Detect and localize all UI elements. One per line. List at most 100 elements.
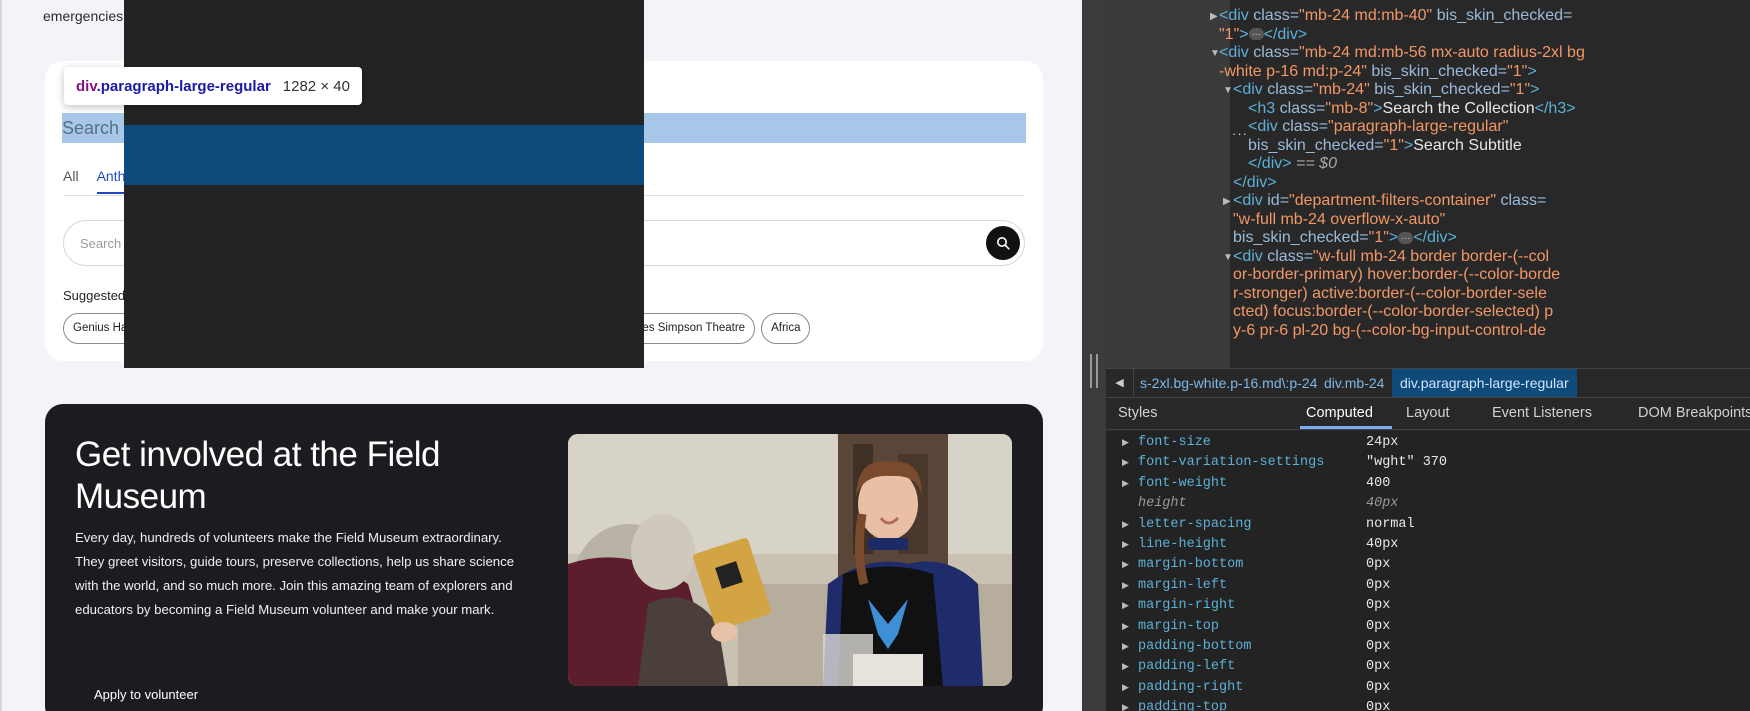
computed-property-row[interactable]: ▶ font-weight 400 [1122,474,1742,494]
active-tab-indicator [1300,426,1392,429]
property-name: padding-bottom [1138,639,1252,654]
expand-property-icon[interactable]: ▶ [1122,515,1129,535]
dom-node-line[interactable]: "1"> ··· </div> [1219,25,1307,46]
expand-property-icon[interactable]: ▶ [1122,596,1129,616]
resize-grip-icon [1090,354,1098,388]
devtools-resize-handle[interactable] [1082,0,1106,711]
property-value: "wght" 370 [1366,455,1448,471]
expand-property-icon[interactable]: ▶ [1122,698,1129,711]
department-tab-0[interactable]: All [63,168,79,194]
breadcrumb-item[interactable]: s-2xl.bg-white.p-16.md\:p-24 [1140,375,1317,391]
volunteer-photo [568,434,1012,686]
dom-node-line[interactable]: "w-full mb-24 overflow-x-auto" [1233,210,1445,231]
dom-node-line[interactable]: </div> [1233,173,1277,194]
dom-node-line[interactable]: <div class="mb-24" bis_skin_checked="1"> [1233,80,1539,101]
expand-arrow-icon[interactable]: ▶ [1223,192,1231,213]
dom-node-line[interactable]: <div class="mb-24 md:mb-40" bis_skin_che… [1219,6,1572,27]
expand-property-icon[interactable]: ▶ [1122,576,1129,596]
panel-tab-dom-breakpoints[interactable]: DOM Breakpoints [1638,405,1750,421]
expand-arrow-icon[interactable]: ▶ [1210,7,1218,28]
dom-node-line[interactable]: cted) focus:border-(--color-border-selec… [1233,302,1553,323]
tooltip-class: .paragraph-large-regular [96,77,271,95]
dom-node-line[interactable]: y-6 pr-6 pl-20 bg-(--color-bg-input-cont… [1233,321,1546,342]
computed-property-row[interactable]: ▶ font-size 24px [1122,433,1742,453]
expand-property-icon[interactable]: ▶ [1122,433,1129,453]
property-value: 0px [1366,700,1391,711]
property-value: 0px [1366,639,1391,654]
apply-to-volunteer-button[interactable]: Apply to volunteer [94,687,198,702]
computed-property-row[interactable]: ▶ padding-bottom 0px [1122,637,1742,657]
dom-node-line[interactable]: <div class="w-full mb-24 border border-(… [1233,247,1549,268]
intro-text-tail: emergencies. [43,8,128,24]
node-menu-icon[interactable]: ··· [1232,126,1248,141]
property-name: padding-left [1138,659,1236,675]
property-value: 40px [1366,537,1399,552]
computed-property-row[interactable]: ▶ margin-bottom 0px [1122,555,1742,575]
computed-property-row[interactable]: ▶ margin-top 0px [1122,617,1742,637]
computed-property-row[interactable]: ▶ margin-left 0px [1122,576,1742,596]
property-name: padding-right [1138,679,1244,695]
property-name: height [1138,496,1187,512]
property-name: margin-bottom [1138,557,1244,573]
dom-node-line[interactable]: <h3 class="mb-8">Search the Collection</… [1248,99,1576,120]
expand-property-icon[interactable]: ▶ [1122,678,1129,698]
breadcrumb-item[interactable]: div.paragraph-large-regular [1392,369,1577,397]
property-value: 0px [1366,598,1391,614]
property-name: margin-top [1138,618,1220,634]
volunteer-photo-illustration [568,434,1012,686]
panel-tab-styles[interactable]: Styles [1118,405,1158,421]
expand-property-icon[interactable]: ▶ [1122,535,1129,555]
dom-node-line[interactable]: <div class="mb-24 md:mb-56 mx-auto radiu… [1219,43,1585,64]
expand-property-icon[interactable]: ▶ [1122,474,1129,494]
breadcrumb-item[interactable]: div.mb-24 [1324,375,1384,391]
property-name: letter-spacing [1138,516,1252,532]
panel-tab-event-listeners[interactable]: Event Listeners [1492,405,1592,421]
panel-tab-layout[interactable]: Layout [1406,405,1450,421]
property-value: 0px [1366,557,1391,573]
styles-pane-tabs: Styles Computed Layout Event Listeners DOM B… [1106,398,1750,430]
dom-node-line[interactable]: r-stronger) active:border-(--color-borde… [1233,284,1547,305]
property-value: normal [1366,516,1415,532]
panel-tab-computed[interactable]: Computed [1306,405,1373,421]
collapse-arrow-icon[interactable]: ▼ [1223,248,1233,269]
dom-node-line[interactable]: bis_skin_checked="1">Search Subtitle [1248,136,1522,157]
computed-property-row[interactable]: ▶ font-variation-settings "wght" 370 [1122,453,1742,473]
dom-node-line[interactable]: <div class="paragraph-large-regular" [1248,117,1508,138]
tooltip-tag: div [76,77,97,95]
computed-property-row[interactable]: height 40px [1122,494,1742,514]
property-name: padding-top [1138,700,1228,711]
expand-property-icon[interactable]: ▶ [1122,555,1129,575]
computed-property-row[interactable]: ▶ padding-right 0px [1122,678,1742,698]
computed-properties-list: ▶ font-size 24px ▶ font-variation-settings "w… [1106,431,1750,711]
tooltip-dimensions: 1282 × 40 [282,77,350,95]
property-name: line-height [1138,537,1228,552]
computed-property-row[interactable]: ▶ margin-right 0px [1122,596,1742,616]
computed-property-row[interactable]: ▶ line-height 40px [1122,535,1742,555]
expand-property-icon[interactable]: ▶ [1122,617,1129,637]
dom-node-line[interactable]: bis_skin_checked="1"> ··· </div> [1233,228,1457,249]
volunteer-title: Get involved at the Field Museum [75,435,440,516]
computed-property-row[interactable]: ▶ padding-left 0px [1122,657,1742,677]
computed-property-row[interactable]: ▶ letter-spacing normal [1122,515,1742,535]
computed-property-row[interactable]: ▶ padding-top 0px [1122,698,1742,711]
volunteer-description: Every day, hundreds of volunteers make t… [75,530,515,617]
dom-node-line[interactable]: or-border-primary) hover:border-(--color… [1233,265,1560,286]
dom-node-line[interactable]: </div> == $0 [1248,154,1337,175]
property-name: font-size [1138,435,1211,450]
suggested-search-chip[interactable]: Africa [761,313,811,344]
expand-property-icon[interactable]: ▶ [1122,453,1129,473]
dom-node-line[interactable]: <div id="department-filters-container" c… [1233,191,1546,212]
property-value: 0px [1366,659,1391,675]
search-icon [997,237,1010,250]
property-value: 400 [1366,475,1391,491]
property-value: 24px [1366,435,1399,450]
dom-node-line[interactable]: -white p-16 md:p-24" bis_skin_checked="1… [1219,62,1537,83]
element-inspect-tooltip: div.paragraph-large-regular 1282 × 40 [64,67,362,105]
breadcrumb-scroll-left-icon[interactable]: ◀ [1106,369,1134,397]
expand-property-icon[interactable]: ▶ [1122,657,1129,677]
property-name: margin-left [1138,577,1228,593]
collapse-arrow-icon[interactable]: ▼ [1223,81,1233,102]
property-value: 0px [1366,618,1391,634]
search-submit-button[interactable] [986,226,1020,260]
expand-property-icon[interactable]: ▶ [1122,637,1129,657]
